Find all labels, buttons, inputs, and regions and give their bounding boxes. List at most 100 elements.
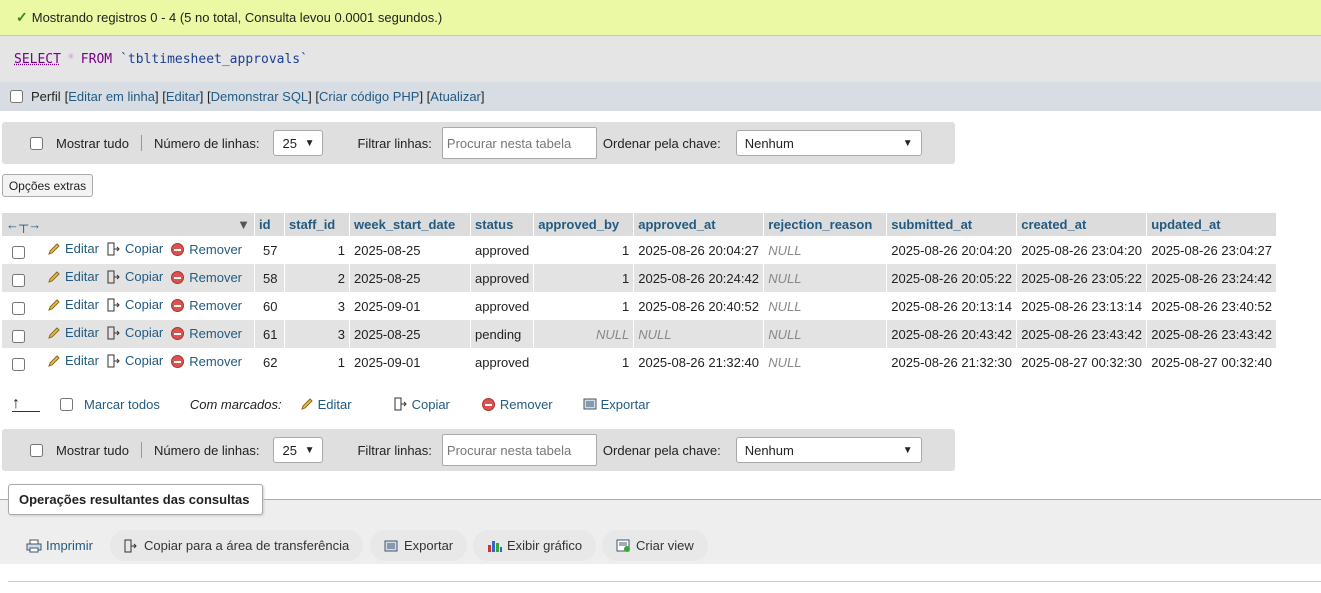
- row-remove-button[interactable]: Remover: [171, 242, 242, 257]
- cell-week-start-date[interactable]: 2025-09-01: [349, 348, 472, 376]
- cell-updated-at[interactable]: 2025-08-27 00:32:40: [1146, 348, 1278, 376]
- row-checkbox[interactable]: [12, 357, 25, 371]
- cell-staff-id[interactable]: 3: [284, 320, 351, 348]
- cell-id[interactable]: 60: [254, 292, 286, 320]
- row-edit-button[interactable]: Editar: [47, 325, 99, 340]
- cell-created-at[interactable]: 2025-08-27 00:32:30: [1016, 348, 1148, 376]
- edit-link[interactable]: Editar: [166, 89, 200, 104]
- cell-staff-id[interactable]: 2: [284, 264, 351, 292]
- cell-id[interactable]: 61: [254, 320, 286, 348]
- cell-created-at[interactable]: 2025-08-26 23:43:42: [1016, 320, 1148, 348]
- cell-approved-at[interactable]: 2025-08-26 20:24:42: [633, 264, 765, 292]
- cell-approved-at[interactable]: NULL: [633, 320, 765, 348]
- column-header-approved-by[interactable]: approved_by: [533, 213, 635, 236]
- cell-created-at[interactable]: 2025-08-26 23:05:22: [1016, 264, 1148, 292]
- print-button[interactable]: Imprimir: [12, 530, 107, 561]
- column-header-week-start-date[interactable]: week_start_date: [349, 213, 472, 236]
- cell-submitted-at[interactable]: 2025-08-26 20:13:14: [886, 292, 1018, 320]
- sql-select-keyword[interactable]: SELECT: [14, 52, 61, 67]
- check-all-checkbox[interactable]: [60, 397, 73, 411]
- column-resize-icon[interactable]: ←┬→: [6, 217, 41, 232]
- cell-submitted-at[interactable]: 2025-08-26 20:04:20: [886, 236, 1018, 264]
- refresh-link[interactable]: Atualizar: [430, 89, 481, 104]
- cell-approved-by[interactable]: 1: [533, 264, 635, 292]
- column-header-created-at[interactable]: created_at: [1016, 213, 1148, 236]
- cell-approved-by[interactable]: 1: [533, 292, 635, 320]
- bulk-export-button[interactable]: Exportar: [583, 397, 650, 412]
- filter-input-bottom[interactable]: Procurar nesta tabela: [441, 434, 597, 466]
- row-copy-button[interactable]: Copiar: [107, 269, 163, 284]
- row-edit-button[interactable]: Editar: [47, 297, 99, 312]
- row-copy-button[interactable]: Copiar: [107, 353, 163, 368]
- export-button[interactable]: Exportar: [370, 530, 468, 561]
- cell-approved-by[interactable]: 1: [533, 348, 635, 376]
- cell-rejection-reason[interactable]: NULL: [763, 264, 888, 292]
- cell-updated-at[interactable]: 2025-08-26 23:24:42: [1146, 264, 1278, 292]
- display-chart-button[interactable]: Exibir gráfico: [473, 530, 597, 561]
- row-checkbox[interactable]: [12, 329, 25, 343]
- column-header-rejection-reason[interactable]: rejection_reason: [763, 213, 888, 236]
- cell-approved-by[interactable]: NULL: [533, 320, 635, 348]
- cell-updated-at[interactable]: 2025-08-26 23:40:52: [1146, 292, 1278, 320]
- cell-created-at[interactable]: 2025-08-26 23:04:20: [1016, 236, 1148, 264]
- row-remove-button[interactable]: Remover: [171, 326, 242, 341]
- cell-week-start-date[interactable]: 2025-08-25: [349, 236, 472, 264]
- row-checkbox[interactable]: [12, 273, 25, 287]
- row-copy-button[interactable]: Copiar: [107, 325, 163, 340]
- show-all-checkbox-bottom[interactable]: [30, 443, 43, 457]
- cell-rejection-reason[interactable]: NULL: [763, 348, 888, 376]
- cell-week-start-date[interactable]: 2025-08-25: [349, 264, 472, 292]
- cell-id[interactable]: 62: [254, 348, 286, 376]
- cell-submitted-at[interactable]: 2025-08-26 20:43:42: [886, 320, 1018, 348]
- rows-select[interactable]: 25 ▼: [273, 130, 324, 156]
- cell-approved-by[interactable]: 1: [533, 236, 635, 264]
- profile-checkbox[interactable]: [10, 90, 23, 103]
- check-all-label[interactable]: Marcar todos: [84, 397, 160, 412]
- cell-status[interactable]: pending: [470, 320, 535, 348]
- cell-submitted-at[interactable]: 2025-08-26 20:05:22: [886, 264, 1018, 292]
- row-edit-button[interactable]: Editar: [47, 269, 99, 284]
- create-php-link[interactable]: Criar código PHP: [319, 89, 419, 104]
- cell-created-at[interactable]: 2025-08-26 23:13:14: [1016, 292, 1148, 320]
- cell-status[interactable]: approved: [470, 292, 535, 320]
- cell-rejection-reason[interactable]: NULL: [763, 292, 888, 320]
- create-view-button[interactable]: Criar view: [602, 530, 708, 561]
- column-header-staff-id[interactable]: staff_id: [284, 213, 351, 236]
- column-header-submitted-at[interactable]: submitted_at: [886, 213, 1018, 236]
- cell-updated-at[interactable]: 2025-08-26 23:43:42: [1146, 320, 1278, 348]
- cell-approved-at[interactable]: 2025-08-26 20:04:27: [633, 236, 765, 264]
- rows-select-bottom[interactable]: 25 ▼: [273, 437, 324, 463]
- cell-staff-id[interactable]: 1: [284, 236, 351, 264]
- sql-query-box[interactable]: SELECT * FROM `tbltimesheet_approvals`: [0, 36, 1321, 82]
- column-header-updated-at[interactable]: updated_at: [1146, 213, 1278, 236]
- bulk-edit-button[interactable]: Editar: [300, 397, 352, 412]
- cell-updated-at[interactable]: 2025-08-26 23:04:27: [1146, 236, 1278, 264]
- show-all-checkbox[interactable]: [30, 136, 43, 150]
- inline-edit-link[interactable]: Editar em linha: [68, 89, 155, 104]
- copy-clipboard-button[interactable]: Copiar para a área de transferência: [110, 530, 364, 561]
- cell-approved-at[interactable]: 2025-08-26 21:32:40: [633, 348, 765, 376]
- cell-rejection-reason[interactable]: NULL: [763, 320, 888, 348]
- row-remove-button[interactable]: Remover: [171, 354, 242, 369]
- row-copy-button[interactable]: Copiar: [107, 241, 163, 256]
- filter-input[interactable]: Procurar nesta tabela: [441, 127, 597, 159]
- sort-select-bottom[interactable]: Nenhum ▼: [735, 437, 922, 463]
- cell-id[interactable]: 57: [254, 236, 286, 264]
- row-edit-button[interactable]: Editar: [47, 241, 99, 256]
- cell-staff-id[interactable]: 3: [284, 292, 351, 320]
- column-header-id[interactable]: id: [254, 213, 286, 236]
- cell-status[interactable]: approved: [470, 264, 535, 292]
- cell-staff-id[interactable]: 1: [284, 348, 351, 376]
- extra-options-button[interactable]: Opções extras: [2, 174, 93, 197]
- cell-id[interactable]: 58: [254, 264, 286, 292]
- row-remove-button[interactable]: Remover: [171, 298, 242, 313]
- cell-status[interactable]: approved: [470, 348, 535, 376]
- bulk-remove-button[interactable]: Remover: [481, 397, 553, 412]
- cell-rejection-reason[interactable]: NULL: [763, 236, 888, 264]
- row-edit-button[interactable]: Editar: [47, 353, 99, 368]
- column-header-approved-at[interactable]: approved_at: [633, 213, 765, 236]
- cell-week-start-date[interactable]: 2025-09-01: [349, 292, 472, 320]
- cell-week-start-date[interactable]: 2025-08-25: [349, 320, 472, 348]
- column-menu-icon[interactable]: ▼: [237, 217, 250, 232]
- row-copy-button[interactable]: Copiar: [107, 297, 163, 312]
